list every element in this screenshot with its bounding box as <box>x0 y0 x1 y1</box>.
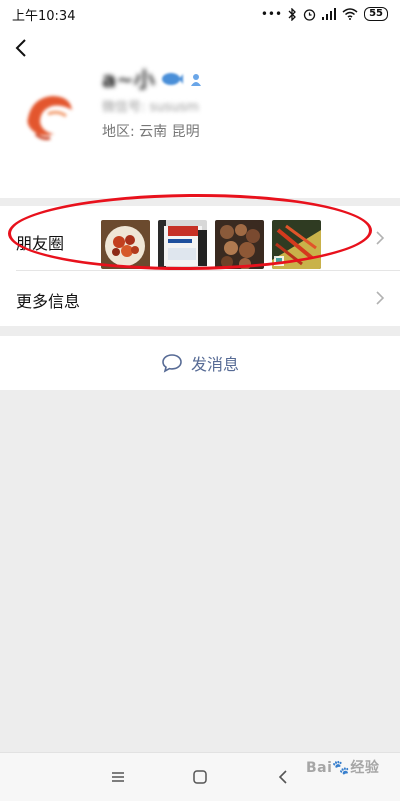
chat-bubble-icon <box>162 354 182 373</box>
paw-icon: 🐾 <box>332 760 351 776</box>
gender-male-icon <box>190 74 201 86</box>
food-photo-icon <box>215 220 264 269</box>
back-arrow-icon[interactable] <box>10 36 34 60</box>
alarm-icon <box>303 8 316 21</box>
name-row: a~小 <box>102 64 203 94</box>
shrimp-avatar-icon <box>27 96 72 140</box>
wechat-id: 微信号: sususm <box>102 100 199 115</box>
signal-icon <box>322 8 337 20</box>
send-message-label: 发消息 <box>190 355 239 374</box>
bluetooth-icon <box>288 7 296 21</box>
food-photo-icon <box>272 220 321 269</box>
wifi-icon <box>342 8 358 20</box>
moments-thumbnail <box>101 220 150 269</box>
menu-icon[interactable] <box>108 767 128 787</box>
chevron-right-icon <box>376 291 385 305</box>
fish-emoji-icon <box>161 73 183 85</box>
home-icon[interactable] <box>190 767 210 787</box>
more-info-label: 更多信息 <box>16 292 81 311</box>
product-box-photo-icon <box>158 220 207 269</box>
back-nav-icon[interactable] <box>274 767 294 787</box>
status-time: 上午10:34 <box>12 8 76 24</box>
baidu-watermark: Bai🐾经验 <box>306 757 379 777</box>
battery-indicator: 55 <box>364 7 388 21</box>
moments-thumbnail <box>272 220 321 269</box>
moments-thumbnails <box>101 220 321 269</box>
more-info-row[interactable]: 更多信息 <box>0 271 400 326</box>
food-photo-icon <box>101 220 150 269</box>
status-bar: 上午10:34 ••• 55 <box>0 0 400 28</box>
moments-thumbnail <box>158 220 207 269</box>
avatar[interactable] <box>18 84 80 146</box>
send-message-button[interactable]: 发消息 <box>0 336 400 390</box>
profile-name: a~小 <box>102 68 155 92</box>
chevron-right-icon <box>376 231 385 245</box>
region: 地区: 云南 昆明 <box>102 124 200 140</box>
moments-label: 朋友圈 <box>16 234 65 253</box>
status-icons: ••• 55 <box>261 7 388 21</box>
moments-thumbnail <box>215 220 264 269</box>
info-section: 朋友圈 更多信息 <box>0 206 400 326</box>
more-dots-icon: ••• <box>260 7 283 21</box>
watermark-text-2: 经验 <box>350 760 380 776</box>
watermark-text: Bai <box>306 760 333 776</box>
moments-row[interactable]: 朋友圈 <box>0 206 400 270</box>
